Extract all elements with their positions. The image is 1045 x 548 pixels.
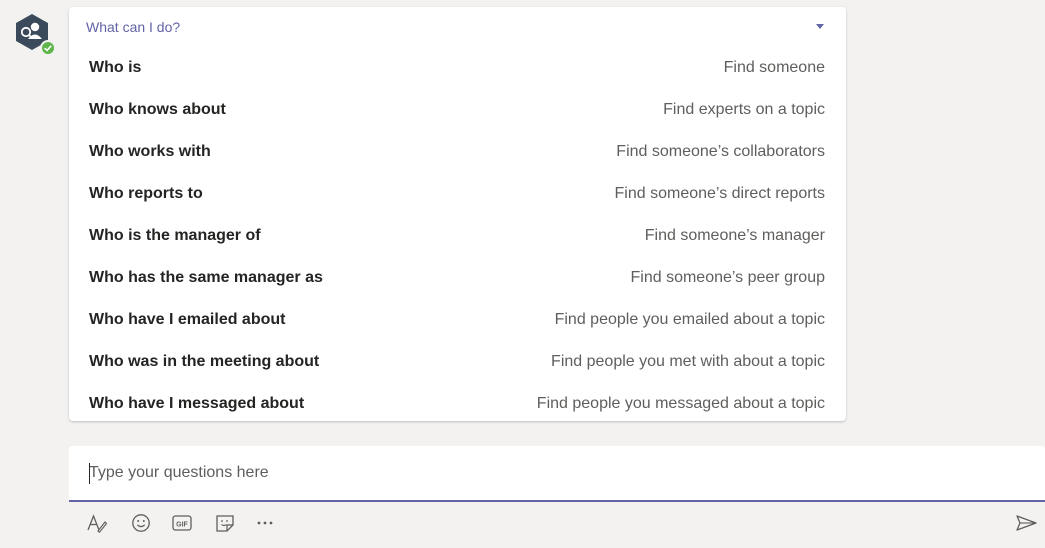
command-row-who-was-in-the-meeting-about[interactable]: Who was in the meeting about Find people… (69, 341, 846, 383)
command-row-who-works-with[interactable]: Who works with Find someone’s collaborat… (69, 131, 846, 173)
more-options-button[interactable] (251, 508, 279, 538)
sticker-button[interactable] (211, 508, 239, 538)
composer-toolbar: GIF (69, 508, 1045, 540)
available-check-icon (40, 40, 56, 56)
command-row-who-reports-to[interactable]: Who reports to Find someone’s direct rep… (69, 173, 846, 215)
command-row-who-have-i-emailed-about[interactable]: Who have I emailed about Find people you… (69, 299, 846, 341)
send-icon (1016, 515, 1037, 531)
command-label: Who has the same manager as (89, 269, 323, 286)
command-description: Find people you emailed about a topic (554, 311, 825, 328)
gif-label: GIF (176, 521, 188, 528)
gif-button[interactable]: GIF (168, 508, 196, 538)
command-description: Find people you messaged about a topic (536, 395, 825, 412)
command-row-who-knows-about[interactable]: Who knows about Find experts on a topic (69, 89, 846, 131)
card-header[interactable]: What can I do? (69, 7, 846, 47)
card-title: What can I do? (86, 19, 181, 35)
emoji-icon (132, 514, 150, 532)
command-label: Who is (89, 59, 142, 76)
more-options-icon (257, 521, 273, 525)
command-description: Find someone (723, 59, 825, 76)
command-label: Who reports to (89, 185, 203, 202)
command-label: Who knows about (89, 101, 226, 118)
format-button[interactable] (83, 508, 111, 538)
commands-card: What can I do? Who is Find someone Who k… (69, 7, 846, 421)
command-row-who-is[interactable]: Who is Find someone (69, 47, 846, 89)
format-icon (87, 514, 108, 533)
text-caret (89, 463, 90, 484)
command-label: Who have I messaged about (89, 395, 305, 412)
gif-icon: GIF (172, 515, 192, 531)
chat-pane: What can I do? Who is Find someone Who k… (0, 0, 1045, 548)
command-description: Find someone’s manager (644, 227, 825, 244)
command-description: Find experts on a topic (663, 101, 825, 118)
command-row-who-have-i-messaged-about[interactable]: Who have I messaged about Find people yo… (69, 383, 846, 425)
command-label: Who have I emailed about (89, 311, 286, 328)
command-row-who-has-the-same-manager-as[interactable]: Who has the same manager as Find someone… (69, 257, 846, 299)
command-description: Find people you met with about a topic (551, 353, 825, 370)
command-description: Find someone’s collaborators (616, 143, 825, 160)
command-description: Find someone’s peer group (630, 269, 826, 286)
command-label: Who is the manager of (89, 227, 261, 244)
emoji-button[interactable] (127, 508, 155, 538)
chevron-down-icon[interactable] (814, 22, 826, 32)
send-button[interactable] (1013, 508, 1041, 538)
sticker-icon (216, 515, 234, 532)
message-composer (69, 446, 1045, 502)
command-label: Who was in the meeting about (89, 353, 320, 370)
command-description: Find someone’s direct reports (614, 185, 825, 202)
message-input[interactable] (69, 446, 1045, 500)
command-label: Who works with (89, 143, 211, 160)
command-row-who-is-the-manager-of[interactable]: Who is the manager of Find someone’s man… (69, 215, 846, 257)
bot-avatar[interactable] (11, 12, 57, 58)
command-list: Who is Find someone Who knows about Find… (69, 47, 846, 425)
